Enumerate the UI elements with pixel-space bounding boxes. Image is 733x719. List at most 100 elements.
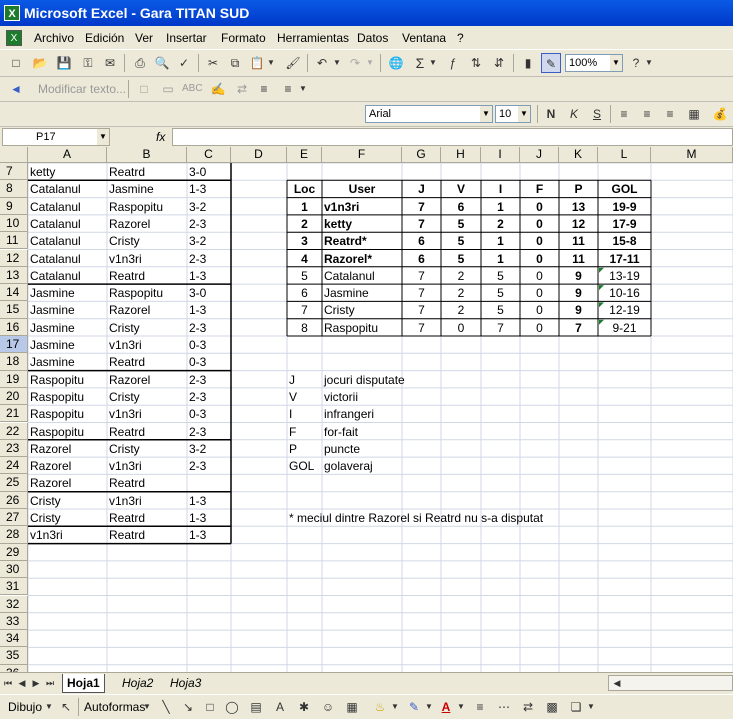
merge-center-icon[interactable]: ▦ (684, 104, 704, 124)
standings-cell[interactable]: 6 (404, 233, 439, 249)
standings-cell[interactable]: 5 (443, 233, 479, 249)
match-score[interactable]: 2-3 (189, 216, 206, 232)
standings-cell[interactable]: 7 (404, 320, 439, 336)
menu-ver[interactable]: Ver (135, 31, 153, 45)
match-home[interactable]: Catalanul (30, 181, 81, 197)
column-header-d[interactable]: D (231, 147, 287, 163)
excel-app-icon[interactable]: X (4, 5, 20, 21)
fill-color-icon[interactable]: ♨ (370, 697, 390, 717)
3d-style-icon[interactable]: ❏ (566, 697, 586, 717)
match-home[interactable]: Catalanul (30, 199, 81, 215)
format-painter-icon[interactable]: 🖌 (283, 53, 303, 73)
standings-cell[interactable]: 7 (561, 320, 596, 336)
match-score[interactable]: 1-3 (189, 510, 206, 526)
row-header-22[interactable]: 22 (0, 422, 28, 440)
row-header-24[interactable]: 24 (0, 457, 28, 475)
standings-cell[interactable]: 2 (289, 216, 320, 232)
align-center-icon[interactable]: ≡ (637, 104, 657, 124)
row-header-26[interactable]: 26 (0, 491, 28, 509)
menu-help[interactable]: ? (457, 31, 464, 45)
match-home[interactable]: Cristy (30, 493, 61, 509)
standings-cell[interactable]: 9 (561, 268, 596, 284)
sheet-tab-hoja1[interactable]: Hoja1 (62, 674, 105, 693)
standings-cell[interactable]: 0 (522, 268, 557, 284)
match-score[interactable]: 2-3 (189, 458, 206, 474)
legend-desc[interactable]: jocuri disputate (324, 372, 405, 388)
cut-icon[interactable]: ✂ (203, 53, 223, 73)
row-header-10[interactable]: 10 (0, 214, 28, 233)
print-icon[interactable]: ⎙ (130, 53, 150, 73)
copy-icon[interactable]: ⧉ (225, 53, 245, 73)
standings-cell[interactable]: 0 (443, 320, 479, 336)
autosum-icon[interactable]: Σ (410, 53, 430, 73)
match-home[interactable]: Catalanul (30, 268, 81, 284)
row-header-13[interactable]: 13 (0, 266, 28, 285)
draw-menu-button[interactable]: Dibujo (8, 700, 42, 714)
match-away[interactable]: Reatrd (109, 510, 145, 526)
legend-desc[interactable]: infrangeri (324, 406, 374, 422)
standings-cell[interactable]: 9 (561, 302, 596, 318)
match-home[interactable]: v1n3ri (30, 527, 63, 543)
match-away[interactable]: v1n3ri (109, 337, 142, 353)
row-header-29[interactable]: 29 (0, 543, 28, 561)
line-color-dropdown-icon[interactable]: ▼ (424, 697, 434, 717)
diagram-icon[interactable]: ✱ (294, 697, 314, 717)
match-away[interactable]: Razorel (109, 302, 150, 318)
column-header-f[interactable]: F (322, 147, 402, 163)
standings-cell[interactable]: 7 (404, 268, 439, 284)
bold-icon[interactable]: N (541, 104, 561, 124)
font-color-dropdown-icon[interactable]: ▼ (456, 697, 466, 717)
standings-header[interactable]: J (404, 181, 439, 197)
delete-comment-icon[interactable]: ▭ (158, 79, 178, 99)
last-sheet-icon[interactable]: ⏭ (44, 673, 56, 693)
match-score[interactable]: 2-3 (189, 251, 206, 267)
row-header-18[interactable]: 18 (0, 353, 28, 371)
font-size-dropdown-icon[interactable]: ▼ (518, 106, 530, 122)
clipart-icon[interactable]: ☺ (318, 697, 338, 717)
match-home[interactable]: Raspopitu (30, 389, 84, 405)
toolbar-options-icon[interactable]: ▼ (644, 53, 654, 73)
match-score[interactable]: 0-3 (189, 337, 206, 353)
standings-cell[interactable]: 5 (483, 285, 518, 301)
match-away[interactable]: Cristy (109, 233, 140, 249)
standings-cell[interactable]: 7 (404, 199, 439, 215)
menu-insertar[interactable]: Insertar (166, 31, 207, 45)
wordart-icon[interactable]: A (270, 697, 290, 717)
column-header-k[interactable]: K (559, 147, 598, 163)
menu-formato[interactable]: Formato (221, 31, 266, 45)
match-home[interactable]: Jasmine (30, 354, 75, 370)
match-away[interactable]: v1n3ri (109, 406, 142, 422)
standings-cell[interactable]: 1 (289, 199, 320, 215)
row-header-19[interactable]: 19 (0, 370, 28, 388)
match-away[interactable]: Reatrd (109, 354, 145, 370)
redo-dropdown-icon[interactable]: ▼ (365, 53, 375, 73)
standings-cell[interactable]: 1 (483, 199, 518, 215)
show-hide-comment-icon[interactable]: ✍ (208, 79, 228, 99)
standings-cell[interactable]: 8 (289, 320, 320, 336)
menu-edicion[interactable]: Edición (85, 31, 124, 45)
standings-cell[interactable]: 7 (404, 216, 439, 232)
spelling-icon[interactable]: ✓ (174, 53, 194, 73)
match-away[interactable]: Reatrd (109, 268, 145, 284)
modify-text-button[interactable]: Modificar texto... (38, 82, 126, 96)
standings-user[interactable]: Cristy (324, 302, 355, 318)
picture-icon[interactable]: ▦ (342, 697, 362, 717)
fill-color-dropdown-icon[interactable]: ▼ (390, 697, 400, 717)
match-home[interactable]: Jasmine (30, 320, 75, 336)
standings-cell[interactable]: 0 (522, 199, 557, 215)
legend-key[interactable]: I (289, 406, 292, 422)
oval-icon[interactable]: ◯ (222, 697, 242, 717)
standings-user[interactable]: ketty (324, 216, 352, 232)
column-header-e[interactable]: E (287, 147, 322, 163)
legend-key[interactable]: V (289, 389, 297, 405)
column-header-m[interactable]: M (651, 147, 733, 163)
menu-herramientas[interactable]: Herramientas (277, 31, 349, 45)
match-away[interactable]: Cristy (109, 441, 140, 457)
open-icon[interactable]: 📂 (30, 53, 50, 73)
autosum-dropdown-icon[interactable]: ▼ (428, 53, 438, 73)
standings-cell[interactable]: 17-9 (600, 216, 649, 232)
horizontal-scrollbar[interactable] (608, 675, 733, 691)
row-header-16[interactable]: 16 (0, 318, 28, 336)
sort-descending-icon[interactable]: ⇵ (489, 53, 509, 73)
row-header-23[interactable]: 23 (0, 439, 28, 458)
